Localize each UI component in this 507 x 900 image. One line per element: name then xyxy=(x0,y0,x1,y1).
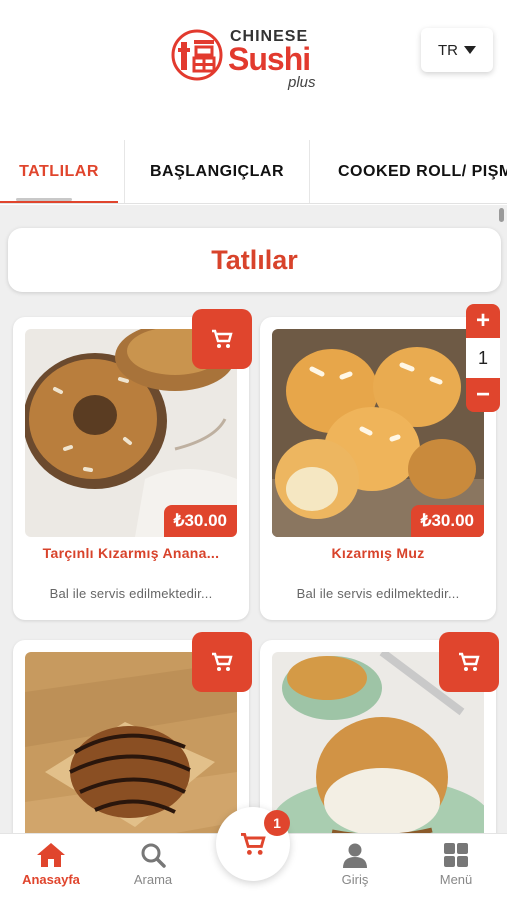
product-name[interactable]: Tarçınlı Kızarmış Anana... xyxy=(23,545,239,561)
add-to-cart-button[interactable] xyxy=(439,632,499,692)
brand-logo[interactable]: CHINESE Sushi plus xyxy=(170,22,330,92)
scrollbar[interactable] xyxy=(499,208,504,222)
add-to-cart-button[interactable] xyxy=(192,309,252,369)
tab-baslangiclar[interactable]: BAŞLANGIÇLAR xyxy=(125,140,309,203)
cart-count-badge: 1 xyxy=(264,810,290,836)
nav-menu[interactable]: Menü xyxy=(416,842,496,894)
app-header: CHINESE Sushi plus TR xyxy=(0,0,507,118)
quantity-stepper: + 1 − xyxy=(466,304,500,412)
add-to-cart-button[interactable] xyxy=(192,632,252,692)
cart-icon xyxy=(212,652,233,671)
brand-line2: Sushi xyxy=(228,41,311,77)
tab-label: COOKED ROLL/ PIŞM xyxy=(338,163,507,180)
nav-label: Giriş xyxy=(341,872,369,887)
product-list[interactable]: Tatlılar ₺30.00 Tarçınlı Kızarmış Anana.… xyxy=(0,205,507,833)
cart-icon xyxy=(241,832,266,855)
tab-tatlilar[interactable]: TATLILAR xyxy=(0,140,118,203)
product-description: Bal ile servis edilmektedir... xyxy=(296,586,460,601)
tab-cooked-roll[interactable]: COOKED ROLL/ PIŞM xyxy=(310,140,507,203)
nav-home[interactable]: Anasayfa xyxy=(11,842,91,894)
nav-search[interactable]: Arama xyxy=(113,842,193,894)
increase-quantity-button[interactable]: + xyxy=(466,304,500,338)
language-selector[interactable]: TR xyxy=(421,28,493,72)
decrease-quantity-button[interactable]: − xyxy=(466,378,500,412)
nav-label: Arama xyxy=(133,872,173,887)
brand-line3: plus xyxy=(288,74,316,91)
search-icon xyxy=(141,843,166,868)
tab-active-underline xyxy=(0,201,118,203)
nav-label: Menü xyxy=(439,872,473,887)
category-tabs: TATLILAR BAŞLANGIÇLAR COOKED ROLL/ PIŞM xyxy=(0,140,507,204)
price-badge: ₺30.00 xyxy=(163,505,237,537)
product-card[interactable]: ₺30.00 Kızarmış Muz Bal ile servis edilm… xyxy=(260,317,496,620)
price-badge: ₺30.00 xyxy=(410,505,484,537)
section-title: Tatlılar xyxy=(8,228,501,292)
product-name[interactable]: Kızarmış Muz xyxy=(270,545,486,561)
quantity-value: 1 xyxy=(466,338,500,378)
nav-label: Anasayfa xyxy=(22,872,80,887)
cart-icon xyxy=(212,329,233,348)
language-label: TR xyxy=(438,41,458,59)
grid-icon xyxy=(444,843,468,867)
user-icon xyxy=(343,843,367,868)
product-description: Bal ile servis edilmektedir... xyxy=(49,586,213,601)
tab-label: TATLILAR xyxy=(19,163,99,180)
home-icon xyxy=(37,843,65,867)
caret-down-icon xyxy=(464,46,476,54)
cart-icon xyxy=(459,652,480,671)
nav-login[interactable]: Giriş xyxy=(315,842,395,894)
logo-mark-icon xyxy=(171,29,223,81)
tab-label: BAŞLANGIÇLAR xyxy=(150,163,284,180)
